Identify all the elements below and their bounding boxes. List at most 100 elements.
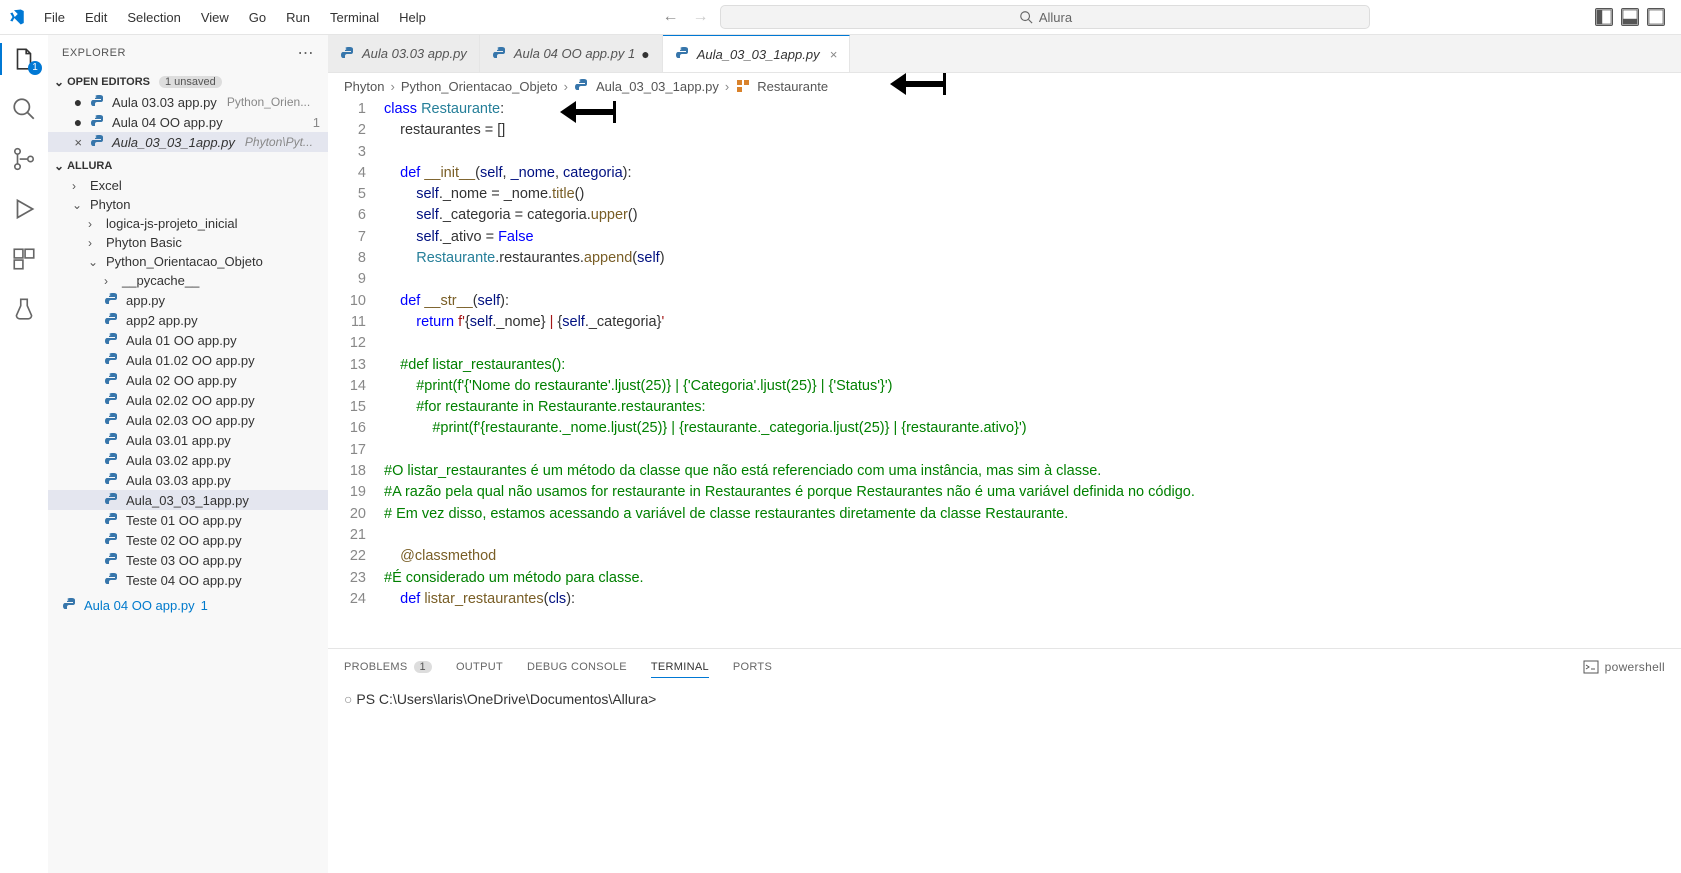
file-item[interactable]: Aula 02.02 OO app.py: [48, 390, 328, 410]
menu-view[interactable]: View: [191, 6, 239, 29]
close-icon[interactable]: ×: [830, 47, 838, 62]
menu-file[interactable]: File: [34, 6, 75, 29]
chevron-right-icon: ›: [725, 79, 729, 94]
chevron-down-icon: ⌄: [54, 159, 64, 173]
chevron-right-icon: ›: [88, 217, 100, 231]
activity-testing-icon[interactable]: [10, 295, 38, 323]
file-item[interactable]: Teste 01 OO app.py: [48, 510, 328, 530]
panel-tab-output[interactable]: OUTPUT: [456, 657, 503, 677]
explorer-title: EXPLORER: [62, 47, 126, 59]
panel-tabs: PROBLEMS 1 OUTPUT DEBUG CONSOLE TERMINAL…: [328, 649, 1681, 685]
nav-forward-icon[interactable]: →: [690, 7, 710, 27]
python-file-icon: [104, 412, 120, 428]
editor-area: Aula 03.03 app.pyAula 04 OO app.py 1●Aul…: [328, 35, 1681, 873]
folder-item[interactable]: ›__pycache__: [48, 271, 328, 290]
activity-bar: 1: [0, 35, 48, 873]
file-item[interactable]: app2 app.py: [48, 310, 328, 330]
folder-item[interactable]: ›Phyton Basic: [48, 233, 328, 252]
folder-item[interactable]: ›Excel: [48, 176, 328, 195]
python-file-icon: [104, 552, 120, 568]
folder-item[interactable]: ›logica-js-projeto_inicial: [48, 214, 328, 233]
outline-file-item[interactable]: Aula 04 OO app.py 1: [48, 594, 328, 616]
open-editors-header[interactable]: ⌄ OPEN EDITORS 1 unsaved: [48, 72, 328, 92]
annotation-arrow-icon: [558, 99, 618, 129]
problems-count-badge: 1: [414, 661, 432, 673]
breadcrumb-symbol[interactable]: Restaurante: [757, 79, 828, 94]
explorer-sidebar: EXPLORER ⋯ ⌄ OPEN EDITORS 1 unsaved ●Aul…: [48, 35, 328, 873]
python-file-icon: [62, 597, 78, 613]
file-item[interactable]: Aula 02.03 OO app.py: [48, 410, 328, 430]
file-item[interactable]: Aula 02 OO app.py: [48, 370, 328, 390]
menu-help[interactable]: Help: [389, 6, 436, 29]
menu-run[interactable]: Run: [276, 6, 320, 29]
chevron-right-icon: ›: [104, 274, 116, 288]
activity-source-control-icon[interactable]: [10, 145, 38, 173]
editor-tab[interactable]: Aula_03_03_1app.py×: [663, 35, 850, 72]
python-file-icon: [104, 492, 120, 508]
breadcrumb[interactable]: Phyton › Python_Orientacao_Objeto › Aula…: [328, 73, 1681, 99]
folder-item[interactable]: ⌄Phyton: [48, 195, 328, 214]
titlebar: File Edit Selection View Go Run Terminal…: [0, 0, 1681, 35]
panel-tab-ports[interactable]: PORTS: [733, 657, 772, 677]
chevron-down-icon: ⌄: [88, 255, 100, 269]
activity-run-debug-icon[interactable]: [10, 195, 38, 223]
python-file-icon: [104, 452, 120, 468]
terminal-shell-label[interactable]: powershell: [1605, 660, 1665, 674]
vscode-logo-icon: [8, 8, 26, 26]
command-center-search[interactable]: Allura: [720, 5, 1370, 29]
menu-go[interactable]: Go: [239, 6, 276, 29]
editor-tabs: Aula 03.03 app.pyAula 04 OO app.py 1●Aul…: [328, 35, 1681, 73]
editor-tab[interactable]: Aula 04 OO app.py 1●: [480, 35, 663, 72]
open-editor-item[interactable]: ●Aula 03.03 app.pyPython_Orien...: [48, 92, 328, 112]
python-file-icon: [90, 94, 106, 110]
chevron-right-icon: ›: [390, 79, 394, 94]
layout-panel-left-icon[interactable]: [1595, 8, 1613, 26]
layout-panel-right-icon[interactable]: [1647, 8, 1665, 26]
file-item[interactable]: Aula_03_03_1app.py: [48, 490, 328, 510]
breadcrumb-segment[interactable]: Phyton: [344, 79, 384, 94]
file-item[interactable]: Aula 03.01 app.py: [48, 430, 328, 450]
panel-tab-terminal[interactable]: TERMINAL: [651, 657, 709, 678]
activity-extensions-icon[interactable]: [10, 245, 38, 273]
python-file-icon: [492, 46, 508, 62]
file-item[interactable]: Teste 02 OO app.py: [48, 530, 328, 550]
file-item[interactable]: Aula 03.03 app.py: [48, 470, 328, 490]
chevron-down-icon: ⌄: [72, 198, 84, 212]
breadcrumb-segment[interactable]: Aula_03_03_1app.py: [596, 79, 719, 94]
menu-edit[interactable]: Edit: [75, 6, 117, 29]
breadcrumb-segment[interactable]: Python_Orientacao_Objeto: [401, 79, 558, 94]
activity-explorer-icon[interactable]: 1: [10, 45, 38, 73]
close-icon[interactable]: ×: [72, 135, 84, 150]
open-editor-item[interactable]: ×Aula_03_03_1app.pyPhyton\Pyt...: [48, 132, 328, 152]
open-editor-item[interactable]: ●Aula 04 OO app.py1: [48, 112, 328, 132]
explorer-badge: 1: [28, 61, 42, 75]
file-item[interactable]: Teste 03 OO app.py: [48, 550, 328, 570]
file-item[interactable]: Aula 03.02 app.py: [48, 450, 328, 470]
file-item[interactable]: app.py: [48, 290, 328, 310]
workspace-folder-header[interactable]: ⌄ ALLURA: [48, 156, 328, 176]
folder-item[interactable]: ⌄Python_Orientacao_Objeto: [48, 252, 328, 271]
menu-terminal[interactable]: Terminal: [320, 6, 389, 29]
code-editor[interactable]: 123456789101112131415161718192021222324 …: [328, 99, 1681, 648]
python-file-icon: [340, 46, 356, 62]
menu-selection[interactable]: Selection: [117, 6, 190, 29]
search-icon: [1019, 10, 1033, 24]
panel-tab-problems[interactable]: PROBLEMS 1: [344, 657, 432, 677]
python-file-icon: [104, 432, 120, 448]
terminal-body[interactable]: ○ PS C:\Users\laris\OneDrive\Documentos\…: [328, 685, 1681, 873]
python-file-icon: [104, 472, 120, 488]
editor-tab[interactable]: Aula 03.03 app.py: [328, 35, 480, 72]
python-file-icon: [104, 572, 120, 588]
code-content[interactable]: class Restaurante: restaurantes = [] def…: [384, 99, 1681, 648]
panel-tab-debug-console[interactable]: DEBUG CONSOLE: [527, 657, 627, 677]
nav-back-icon[interactable]: ←: [660, 7, 680, 27]
file-item[interactable]: Teste 04 OO app.py: [48, 570, 328, 590]
line-number-gutter: 123456789101112131415161718192021222324: [328, 99, 384, 648]
python-file-icon: [675, 46, 691, 62]
file-item[interactable]: Aula 01.02 OO app.py: [48, 350, 328, 370]
modified-dot-icon: ●: [72, 114, 84, 130]
explorer-more-icon[interactable]: ⋯: [298, 43, 315, 63]
activity-search-icon[interactable]: [10, 95, 38, 123]
layout-panel-bottom-icon[interactable]: [1621, 8, 1639, 26]
file-item[interactable]: Aula 01 OO app.py: [48, 330, 328, 350]
